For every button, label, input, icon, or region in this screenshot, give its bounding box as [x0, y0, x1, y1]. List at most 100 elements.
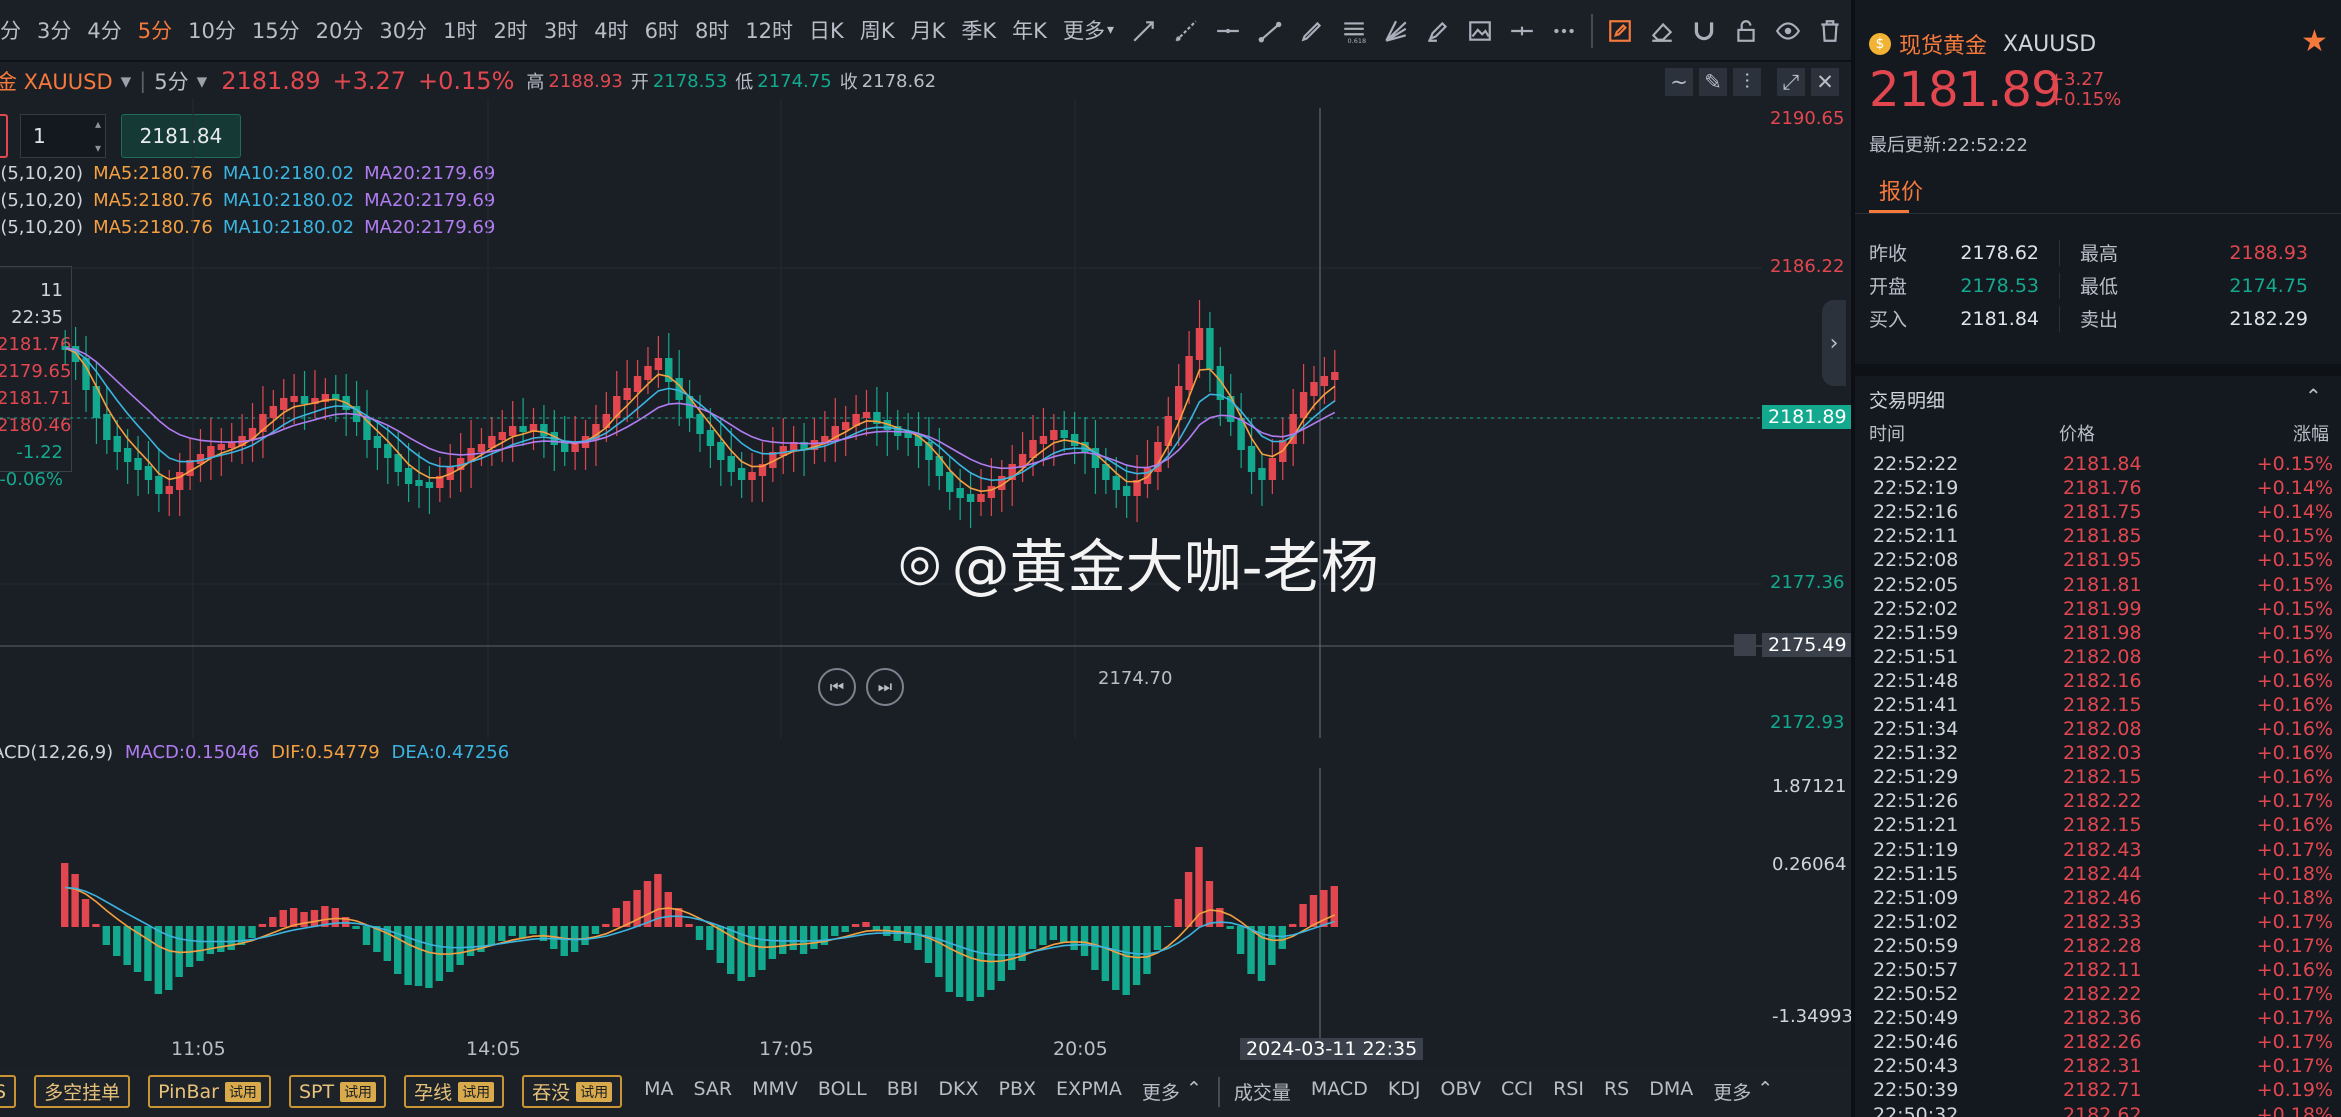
trade-time: 22:50:46 — [1873, 1031, 1959, 1054]
image-icon[interactable] — [1459, 10, 1501, 52]
indicator-icon[interactable]: ~ — [1665, 68, 1693, 96]
symbol-name[interactable]: 金 XAUUSD — [0, 66, 113, 96]
unlock-icon[interactable] — [1725, 10, 1767, 52]
eraser-icon[interactable] — [1641, 10, 1683, 52]
sub-indicator-7[interactable]: DMA — [1649, 1078, 1693, 1105]
quote-grid: 昨收 2178.62 最高 2188.93 开盘 2178.53 最低 2174.75 买入 21… — [1869, 236, 2329, 335]
timeframe-10[interactable]: 3时 — [536, 15, 586, 45]
chevron-down-icon[interactable]: ▾ — [1107, 22, 1114, 38]
trade-change: +0.14% — [2256, 501, 2333, 524]
macd-chart[interactable] — [0, 768, 1770, 1038]
sub-indicator-1[interactable]: MACD — [1311, 1078, 1368, 1105]
timeframe-0[interactable]: 分 — [0, 15, 29, 45]
timeframe-20[interactable]: 更多 — [1055, 15, 1113, 45]
more-dots-icon[interactable] — [1543, 10, 1585, 52]
trade-price: 2182.46 — [2063, 886, 2142, 909]
sub-indicator-3[interactable]: OBV — [1441, 1078, 1481, 1105]
candle-type-icon[interactable]: ⫶ — [1733, 68, 1761, 96]
timeframe-7[interactable]: 30分 — [371, 15, 435, 45]
sub-indicator-0[interactable]: 成交量 — [1234, 1078, 1291, 1105]
pencil-icon[interactable]: ✎ — [1699, 68, 1727, 96]
trade-row: 22:51:29 2182.15 +0.16% — [1873, 765, 2333, 789]
macd-label: ACD(12,26,9) — [0, 742, 114, 763]
indicator-7[interactable]: EXPMA — [1056, 1078, 1122, 1105]
indicator-3[interactable]: BOLL — [818, 1078, 867, 1105]
prev-icon[interactable]: ⏮ — [818, 668, 856, 706]
timeframe-1[interactable]: 3分 — [29, 15, 79, 45]
sub-indicator-8[interactable]: 更多 — [1713, 1078, 1751, 1105]
tab-quote[interactable]: 报价 — [1879, 174, 1923, 206]
candle — [904, 413, 912, 456]
quote-label: 最低 — [2080, 276, 2119, 298]
timeframe-17[interactable]: 月K — [903, 15, 954, 45]
indicator-5[interactable]: DKX — [938, 1078, 978, 1105]
trend-line-icon[interactable] — [1123, 10, 1165, 52]
timeframe-18[interactable]: 季K — [953, 15, 1004, 45]
candle — [1060, 411, 1068, 452]
quote-value: 2174.75 — [2229, 274, 2308, 297]
trash-icon[interactable] — [1809, 10, 1851, 52]
alert-bell-icon[interactable] — [1734, 634, 1756, 656]
brush-icon[interactable] — [1417, 10, 1459, 52]
fan-icon[interactable] — [1375, 10, 1417, 52]
period-select[interactable]: 5分 — [154, 66, 188, 96]
trial-badge: 试用 — [340, 1081, 377, 1102]
strategy-button[interactable]: SPT 试用 — [288, 1075, 387, 1108]
timeframe-12[interactable]: 6时 — [637, 15, 687, 45]
next-icon[interactable]: ⏭ — [866, 668, 904, 706]
indicator-1[interactable]: SAR — [693, 1078, 732, 1105]
trade-change: +0.17% — [2256, 910, 2333, 933]
timeframe-3[interactable]: 5分 — [130, 15, 180, 45]
timeframe-19[interactable]: 年K — [1004, 15, 1055, 45]
timeframe-8[interactable]: 1时 — [435, 15, 485, 45]
segment-icon[interactable] — [1249, 10, 1291, 52]
candle — [165, 470, 173, 516]
sub-indicator-5[interactable]: RSI — [1553, 1078, 1584, 1105]
timeframe-5[interactable]: 15分 — [244, 15, 308, 45]
timeframe-4[interactable]: 10分 — [180, 15, 244, 45]
sub-indicator-2[interactable]: KDJ — [1388, 1078, 1421, 1105]
timeframe-16[interactable]: 周K — [852, 15, 903, 45]
sub-indicator-4[interactable]: CCI — [1501, 1078, 1533, 1105]
strategy-button[interactable]: 孕线 试用 — [404, 1075, 505, 1108]
pen-icon[interactable] — [1291, 10, 1333, 52]
ray-icon[interactable] — [1165, 10, 1207, 52]
timeframe-9[interactable]: 2时 — [485, 15, 535, 45]
favorite-star-icon[interactable]: ★ — [2301, 24, 2328, 59]
close-icon[interactable]: ✕ — [1811, 68, 1839, 96]
timeframe-11[interactable]: 4时 — [586, 15, 636, 45]
timeframe-15[interactable]: 日K — [801, 15, 852, 45]
eye-icon[interactable] — [1767, 10, 1809, 52]
horizontal-line-icon[interactable] — [1207, 10, 1249, 52]
candle — [623, 360, 631, 422]
strategy-button[interactable]: PinBar 试用 — [148, 1075, 271, 1108]
indicator-4[interactable]: BBI — [887, 1078, 919, 1105]
indicator-8[interactable]: 更多 — [1142, 1078, 1180, 1105]
candlestick-chart[interactable]: 2174.70 — [0, 98, 1770, 738]
indicator-2[interactable]: MMV — [752, 1078, 798, 1105]
timeframe-14[interactable]: 12时 — [737, 15, 801, 45]
indicator-6[interactable]: PBX — [999, 1078, 1037, 1105]
timeframe-13[interactable]: 8时 — [687, 15, 737, 45]
collapse-panel-icon[interactable]: › — [1822, 300, 1846, 386]
panel-symbol: XAUUSD — [2003, 31, 2097, 57]
timeframe-6[interactable]: 20分 — [308, 15, 372, 45]
strategy-button[interactable]: S — [0, 1075, 17, 1108]
chevron-up-icon[interactable]: ⌃ — [1757, 1078, 1773, 1105]
fibonacci-icon[interactable]: 0.618 — [1333, 10, 1375, 52]
sub-indicator-6[interactable]: RS — [1604, 1078, 1629, 1105]
chevron-up-icon[interactable]: ⌃ — [2305, 384, 2322, 408]
magnet-icon[interactable] — [1683, 10, 1725, 52]
low-label: 低 — [735, 72, 754, 93]
strategy-button[interactable]: 吞没 试用 — [522, 1075, 623, 1108]
indicator-0[interactable]: MA — [644, 1078, 673, 1105]
horizontal-ray-icon[interactable] — [1501, 10, 1543, 52]
fullscreen-icon[interactable]: ⤢ — [1777, 68, 1805, 96]
edit-icon[interactable] — [1599, 10, 1641, 52]
strategy-button[interactable]: 多空挂单 — [34, 1075, 131, 1108]
chevron-down-icon[interactable]: ▾ — [197, 69, 208, 93]
quote-value: 2188.93 — [2229, 241, 2308, 264]
chevron-down-icon[interactable]: ▾ — [121, 69, 132, 93]
chevron-up-icon[interactable]: ⌃ — [1186, 1078, 1202, 1105]
timeframe-2[interactable]: 4分 — [79, 15, 129, 45]
